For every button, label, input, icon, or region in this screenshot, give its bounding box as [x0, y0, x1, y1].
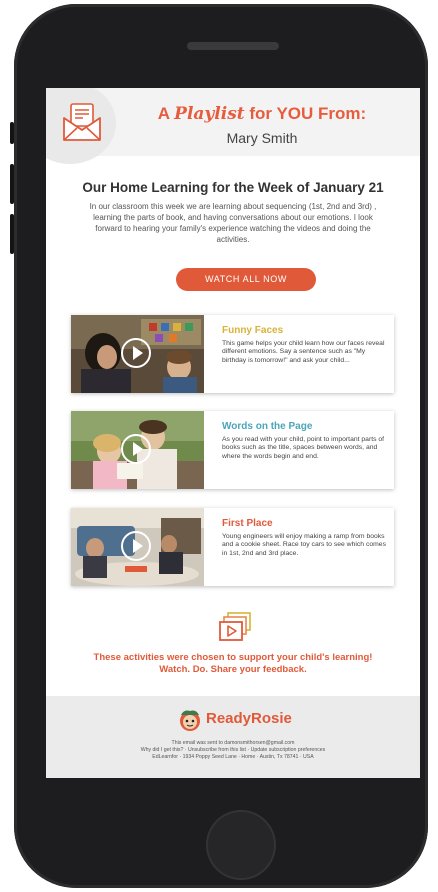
- video-description: As you read with your child, point to im…: [222, 436, 385, 460]
- sent-to-line: This email was sent to damonsmithorsen@g…: [171, 740, 295, 746]
- brand-name: ReadyRosie: [206, 710, 292, 727]
- video-card[interactable]: Words on the Page As you read with your …: [71, 411, 394, 489]
- play-icon[interactable]: [121, 531, 151, 561]
- intro-paragraph: In our classroom this week we are learni…: [89, 202, 377, 244]
- video-description: This game helps your child learn how our…: [222, 340, 385, 364]
- watch-all-button[interactable]: WATCH ALL NOW: [176, 268, 316, 291]
- footer-links: Why did I get this? · Unsubscribe from t…: [46, 747, 420, 754]
- readyrosie-logo[interactable]: ReadyRosie: [178, 708, 308, 734]
- video-thumbnail[interactable]: [71, 411, 204, 489]
- video-card[interactable]: Funny Faces This game helps your child l…: [71, 315, 394, 393]
- video-title[interactable]: Words on the Page: [222, 421, 312, 432]
- why-link[interactable]: Why did I get this?: [141, 747, 184, 753]
- title-prefix: A: [157, 104, 175, 123]
- support-line-1: These activities were chosen to support …: [93, 652, 373, 663]
- sender-name: Mary Smith: [226, 130, 298, 146]
- video-thumbnail[interactable]: [71, 315, 204, 393]
- phone-speaker: [187, 42, 279, 50]
- volume-up-button: [10, 164, 14, 204]
- playlist-wordmark: Playlist: [174, 104, 245, 124]
- playlist-header: A Playlist for YOU From: Mary Smith: [46, 88, 420, 164]
- unsubscribe-link[interactable]: Unsubscribe from this list: [188, 747, 246, 753]
- title-suffix: for YOU From:: [244, 104, 367, 123]
- video-description: Young engineers will enjoy making a ramp…: [222, 533, 386, 557]
- email-screen: A Playlist for YOU From: Mary Smith Our …: [46, 88, 420, 778]
- video-thumbnail[interactable]: [71, 508, 204, 586]
- phone-frame: A Playlist for YOU From: Mary Smith Our …: [10, 4, 428, 888]
- video-card[interactable]: First Place Young engineers will enjoy m…: [71, 508, 394, 586]
- email-footer: ReadyRosie This email was sent to damons…: [46, 696, 420, 778]
- update-preferences-link[interactable]: Update subscription preferences: [251, 747, 326, 753]
- playlist-title: A Playlist for YOU From:: [142, 104, 382, 124]
- support-line-2: Watch. Do. Share your feedback.: [159, 664, 307, 675]
- home-button[interactable]: [206, 810, 276, 880]
- volume-down-button: [10, 214, 14, 254]
- play-icon[interactable]: [121, 338, 151, 368]
- rosie-mascot-icon: [180, 710, 200, 731]
- video-title[interactable]: First Place: [222, 518, 273, 529]
- mute-switch: [10, 122, 14, 144]
- support-message: These activities were chosen to support …: [56, 652, 410, 676]
- video-title[interactable]: Funny Faces: [222, 325, 283, 336]
- video-playlist-icon: [219, 612, 251, 641]
- envelope-icon: [63, 103, 101, 141]
- address-line: EdLearnfor · 1934 Poppy Seed Lane · Home…: [152, 754, 314, 760]
- play-icon[interactable]: [121, 434, 151, 464]
- week-title: Our Home Learning for the Week of Januar…: [82, 180, 384, 195]
